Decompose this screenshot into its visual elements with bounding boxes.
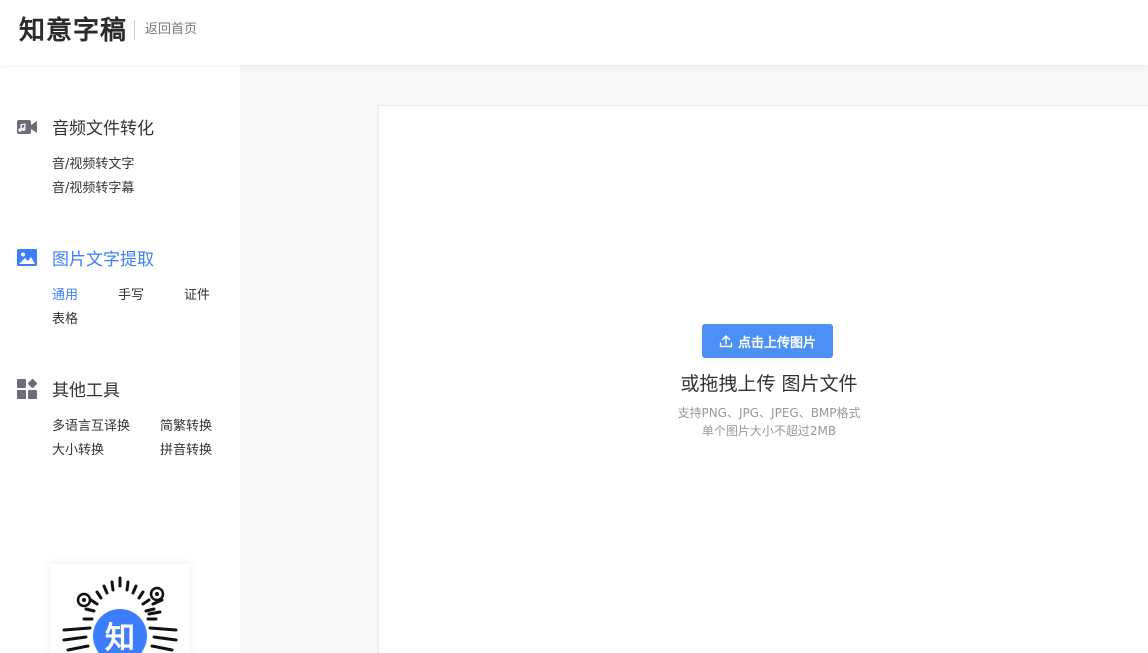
- link-id-document[interactable]: 证件: [184, 287, 210, 305]
- section-image-text-extraction[interactable]: 图片文字提取: [16, 245, 154, 270]
- section-title-label: 图片文字提取: [52, 250, 154, 270]
- apps-icon: [16, 378, 38, 400]
- app-logo[interactable]: 知意字稿: [19, 14, 127, 48]
- link-simplified-traditional[interactable]: 简繁转换: [160, 418, 212, 436]
- section-other-tools[interactable]: 其他工具: [16, 376, 120, 401]
- upload-icon: [719, 335, 733, 348]
- section-title-label: 其他工具: [52, 381, 120, 401]
- mini-program-qr-code: 知: [62, 576, 178, 653]
- upload-panel[interactable]: 点击上传图片 或拖拽上传 图片文件 支持PNG、JPG、JPEG、BMP格式 单…: [378, 105, 1148, 653]
- upload-image-button[interactable]: 点击上传图片: [702, 324, 833, 358]
- link-pinyin-convert[interactable]: 拼音转换: [160, 442, 212, 460]
- section-title-label: 音频文件转化: [52, 119, 154, 139]
- top-header: 知意字稿 返回首页: [0, 0, 1148, 65]
- link-case-convert[interactable]: 大小转换: [52, 442, 104, 460]
- header-divider: [134, 20, 135, 40]
- link-table[interactable]: 表格: [52, 311, 78, 329]
- video-camera-icon: [16, 116, 38, 138]
- qr-logo-text: 知: [105, 621, 135, 653]
- upload-button-label: 点击上传图片: [737, 335, 816, 351]
- qr-code-card: 知: [50, 564, 190, 653]
- drag-drop-text: 或拖拽上传 图片文件: [680, 373, 858, 395]
- sidebar: 音频文件转化 音/视频转文字 音/视频转字幕 图片文字提取 通用 手写 证件 表…: [0, 65, 240, 653]
- link-av-to-subtitle[interactable]: 音/视频转字幕: [52, 180, 134, 198]
- image-icon: [16, 247, 38, 269]
- link-translate[interactable]: 多语言互译换: [52, 418, 130, 436]
- format-hint: 支持PNG、JPG、JPEG、BMP格式: [677, 406, 861, 420]
- section-audio-conversion[interactable]: 音频文件转化: [16, 114, 154, 139]
- link-av-to-text[interactable]: 音/视频转文字: [52, 156, 134, 174]
- size-hint: 单个图片大小不超过2MB: [701, 424, 837, 438]
- link-general[interactable]: 通用: [52, 287, 78, 305]
- back-home-link[interactable]: 返回首页: [145, 21, 197, 39]
- link-handwriting[interactable]: 手写: [118, 287, 144, 305]
